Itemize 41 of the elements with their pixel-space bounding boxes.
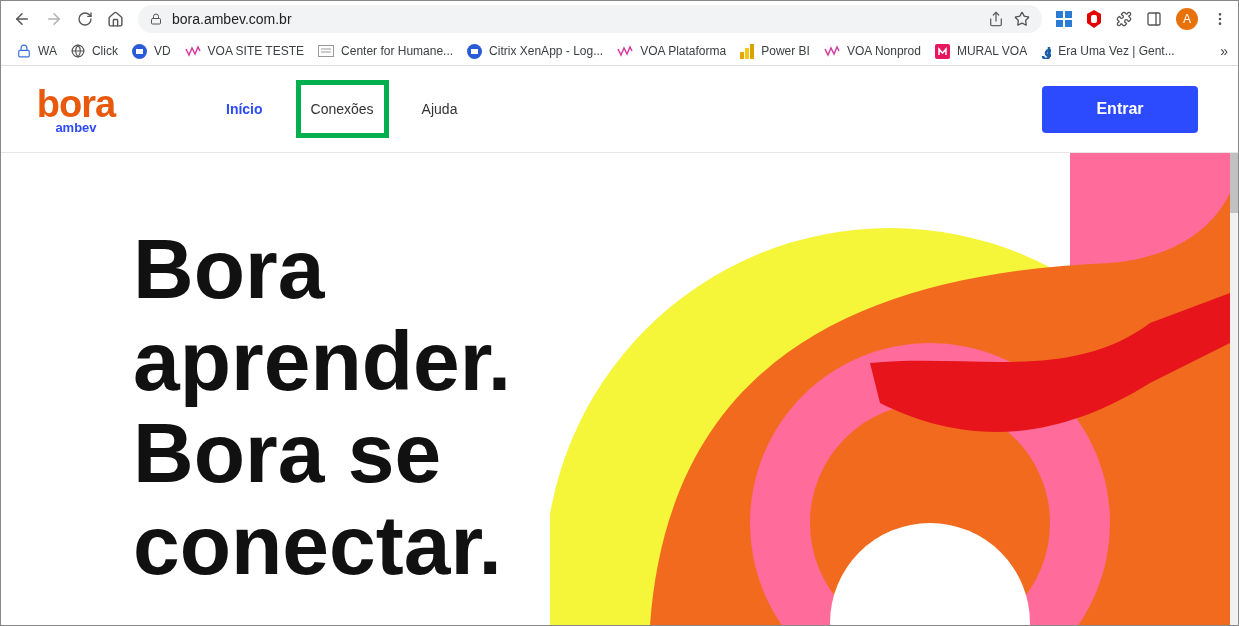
document-icon [318,45,335,57]
logo-text[interactable]: bora [36,84,116,123]
bookmark[interactable]: Era Uma Vez | Gent... [1041,43,1175,59]
app-icon [131,43,147,59]
url-text: bora.ambev.com.br [172,11,293,27]
login-button[interactable]: Entrar [1042,85,1198,133]
share-icon[interactable] [988,11,1004,27]
bookmark[interactable]: VD [131,43,171,59]
bookmark[interactable]: VOA Nonprod [823,44,921,58]
bookmark[interactable]: Power BI [740,43,810,59]
nav-link[interactable]: Início [211,80,278,138]
bookmark[interactable]: VOA Plataforma [617,44,727,58]
address-bar[interactable]: bora.ambev.com.br [138,5,1042,33]
scrollbar[interactable] [1230,153,1238,625]
windows-grid-icon[interactable] [1056,11,1072,27]
more-bookmarks[interactable]: » [1220,43,1228,59]
back-icon[interactable] [13,10,31,28]
side-panel-icon[interactable] [1146,11,1162,27]
lock-icon [150,13,162,25]
reload-icon[interactable] [77,11,93,27]
logo-subtext: ambev [55,120,97,134]
hero-heading: Bora aprender. Bora se conectar. [133,223,512,594]
extensions-icon[interactable] [1116,11,1132,27]
bookmark[interactable]: Citrix XenApp - Log... [467,43,604,59]
wave-icon [617,45,634,57]
nav-link[interactable]: Ajuda [406,80,473,138]
bookmark[interactable]: VOA SITE TESTE [184,44,305,58]
bookmark[interactable]: WA [17,44,57,58]
bookmark[interactable]: MURAL VOA [934,43,1028,59]
app-icon [467,43,483,59]
globe-icon [70,44,85,58]
app-icon [934,43,950,59]
wave-icon [823,45,840,57]
wave-icon [184,45,201,57]
home-icon[interactable] [107,10,124,28]
bookmark[interactable]: Click [70,44,118,58]
chart-icon [740,43,755,59]
star-icon[interactable] [1014,11,1030,27]
nav-link[interactable]: Conexões [295,80,389,138]
bookmark[interactable]: Center for Humane... [318,44,454,58]
lock-icon [17,44,31,58]
